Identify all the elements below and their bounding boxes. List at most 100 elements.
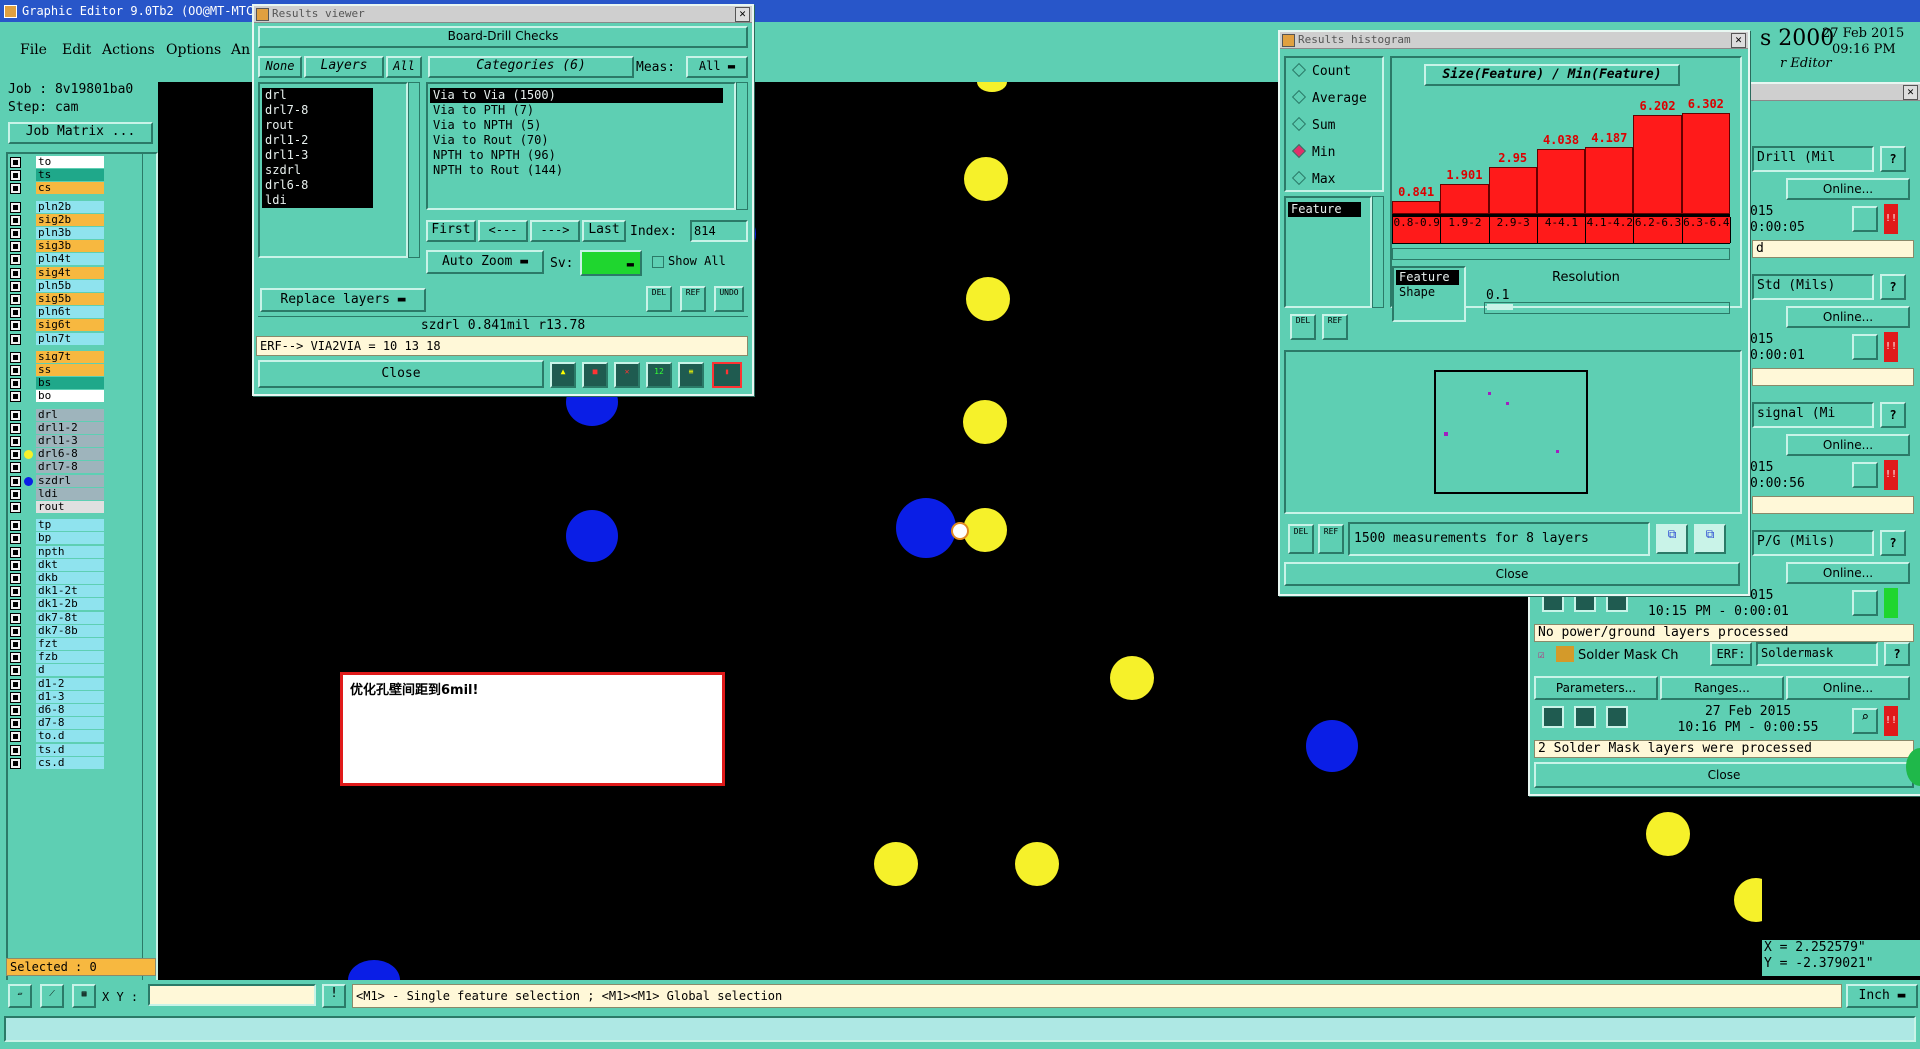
layer-row[interactable]: fzb: [10, 651, 105, 664]
layer-row[interactable]: drl7-8: [10, 461, 105, 474]
menu-file[interactable]: File: [20, 42, 47, 58]
layer-name[interactable]: sig6t: [36, 319, 104, 332]
check-erf-value[interactable]: Std (Mils): [1752, 274, 1874, 300]
layer-name[interactable]: tp: [36, 519, 104, 532]
layer-name[interactable]: dkt: [36, 558, 104, 571]
layer-name[interactable]: sig4t: [36, 266, 104, 279]
help-button[interactable]: ?: [1884, 642, 1910, 666]
none-button[interactable]: None: [258, 56, 302, 78]
layer-name[interactable]: dk7-8b: [36, 624, 104, 637]
layer-row[interactable]: d6-8: [10, 704, 105, 716]
category-list-item[interactable]: Via to PTH (7): [430, 103, 734, 118]
feature-list[interactable]: Feature: [1284, 196, 1372, 308]
layer-name[interactable]: drl6-8: [36, 448, 104, 461]
layer-list-item[interactable]: drl6-8: [262, 178, 373, 193]
alert-badge[interactable]: !!: [1884, 332, 1898, 362]
layer-name[interactable]: dk7-8t: [36, 611, 104, 624]
feature-item[interactable]: Feature: [1288, 202, 1361, 217]
layer-name[interactable]: bo: [36, 390, 104, 403]
radio-count[interactable]: Count: [1291, 62, 1351, 80]
histogram-bar[interactable]: [1392, 201, 1441, 214]
layer-checkbox[interactable]: [10, 320, 21, 332]
layer-name[interactable]: pln3b: [36, 227, 104, 239]
zoom-icon[interactable]: [1852, 590, 1878, 616]
category-list-item[interactable]: NPTH to NPTH (96): [430, 148, 734, 163]
layer-row[interactable]: pln2b: [10, 200, 105, 213]
layer-checkbox[interactable]: [10, 744, 21, 756]
layer-checkbox[interactable]: [10, 599, 21, 611]
command-line[interactable]: [4, 1016, 1916, 1042]
lamp-icon[interactable]: ▲: [550, 362, 576, 388]
job-matrix-button[interactable]: Job Matrix ...: [8, 122, 153, 144]
layer-checkbox[interactable]: [10, 665, 21, 677]
layer-checkbox[interactable]: [10, 559, 21, 571]
hist-ref-icon[interactable]: REF: [1322, 314, 1348, 340]
undo-icon[interactable]: UNDO: [714, 286, 744, 312]
zoom-icon[interactable]: [1852, 462, 1878, 488]
layer-row[interactable]: dk1-2b: [10, 598, 105, 611]
layer-checkbox[interactable]: [10, 294, 21, 305]
layer-name[interactable]: ts.d: [36, 743, 104, 756]
layer-row[interactable]: fzt: [10, 638, 105, 650]
layer-row[interactable]: pln6t: [10, 306, 105, 319]
layer-checkbox[interactable]: [10, 546, 21, 558]
layer-row[interactable]: to.d: [10, 730, 105, 743]
layer-row[interactable]: drl6-8: [10, 448, 105, 461]
layer-row[interactable]: dkt: [10, 558, 105, 571]
erf-value[interactable]: Soldermask: [1756, 642, 1878, 666]
layer-row[interactable]: pln7t: [10, 332, 105, 345]
layer-row[interactable]: cs: [10, 182, 105, 195]
zoom-icon[interactable]: [1852, 206, 1878, 232]
layer-row[interactable]: dk7-8b: [10, 624, 105, 637]
layer-name[interactable]: fzb: [36, 651, 104, 664]
layer-checkbox[interactable]: [10, 757, 21, 769]
run-icon[interactable]: [1574, 706, 1596, 728]
online-button[interactable]: Online...: [1786, 676, 1910, 700]
alert-badge[interactable]: [1884, 588, 1898, 618]
layer-list-item[interactable]: drl7-8: [262, 103, 373, 118]
layer-list-item[interactable]: drl1-3: [262, 148, 373, 163]
grid-x-icon[interactable]: ✕: [614, 362, 640, 388]
ranges-button[interactable]: Ranges...: [1660, 676, 1784, 700]
layer-checkbox[interactable]: [10, 267, 21, 279]
layer-checkbox[interactable]: [10, 254, 21, 266]
run-icon[interactable]: [1542, 706, 1564, 728]
layer-name[interactable]: to.d: [36, 730, 104, 743]
layer-row[interactable]: d1-3: [10, 690, 105, 703]
layer-name[interactable]: d6-8: [36, 704, 104, 716]
online-button[interactable]: Online...: [1786, 178, 1910, 200]
layer-name[interactable]: rout: [36, 501, 104, 513]
layer-checkbox[interactable]: [10, 201, 21, 213]
layer-name[interactable]: drl: [36, 408, 104, 421]
layer-row[interactable]: sig7t: [10, 350, 105, 363]
layer-checkbox[interactable]: [10, 520, 21, 532]
layer-checkbox[interactable]: [10, 718, 21, 730]
layer-checkbox[interactable]: [10, 462, 21, 474]
categories-button[interactable]: Categories (6): [428, 56, 634, 78]
layer-row[interactable]: cs.d: [10, 756, 105, 769]
layer-checkbox[interactable]: [10, 391, 21, 403]
layer-row[interactable]: drl1-3: [10, 435, 105, 447]
layer-checkbox[interactable]: [10, 731, 21, 743]
report-icon[interactable]: ≡: [678, 362, 704, 388]
ref-icon[interactable]: REF: [680, 286, 706, 312]
layer-row[interactable]: dk7-8t: [10, 611, 105, 624]
erf-button[interactable]: ERF:: [1710, 642, 1752, 666]
histogram-close-button[interactable]: Close: [1284, 562, 1740, 586]
layer-name[interactable]: bp: [36, 532, 104, 545]
next-button[interactable]: --->: [530, 220, 580, 242]
layer-row[interactable]: sig4t: [10, 266, 105, 279]
layer-name[interactable]: sig5b: [36, 293, 104, 305]
hist-scrollbar[interactable]: [1392, 248, 1730, 260]
layers-button[interactable]: Layers: [304, 56, 384, 78]
layer-name[interactable]: cs: [36, 182, 104, 195]
sv-color-dropdown[interactable]: ▬: [580, 250, 642, 276]
help-button[interactable]: ?: [1880, 146, 1906, 172]
layer-row[interactable]: dk1-2t: [10, 585, 105, 598]
layer-list-scrollbar[interactable]: [408, 82, 420, 258]
layer-name[interactable]: d1-3: [36, 690, 104, 703]
layer-checkbox[interactable]: [10, 678, 21, 690]
help-button[interactable]: ?: [1880, 402, 1906, 428]
slider-handle[interactable]: [1487, 304, 1513, 310]
resolution-slider[interactable]: [1484, 302, 1730, 314]
